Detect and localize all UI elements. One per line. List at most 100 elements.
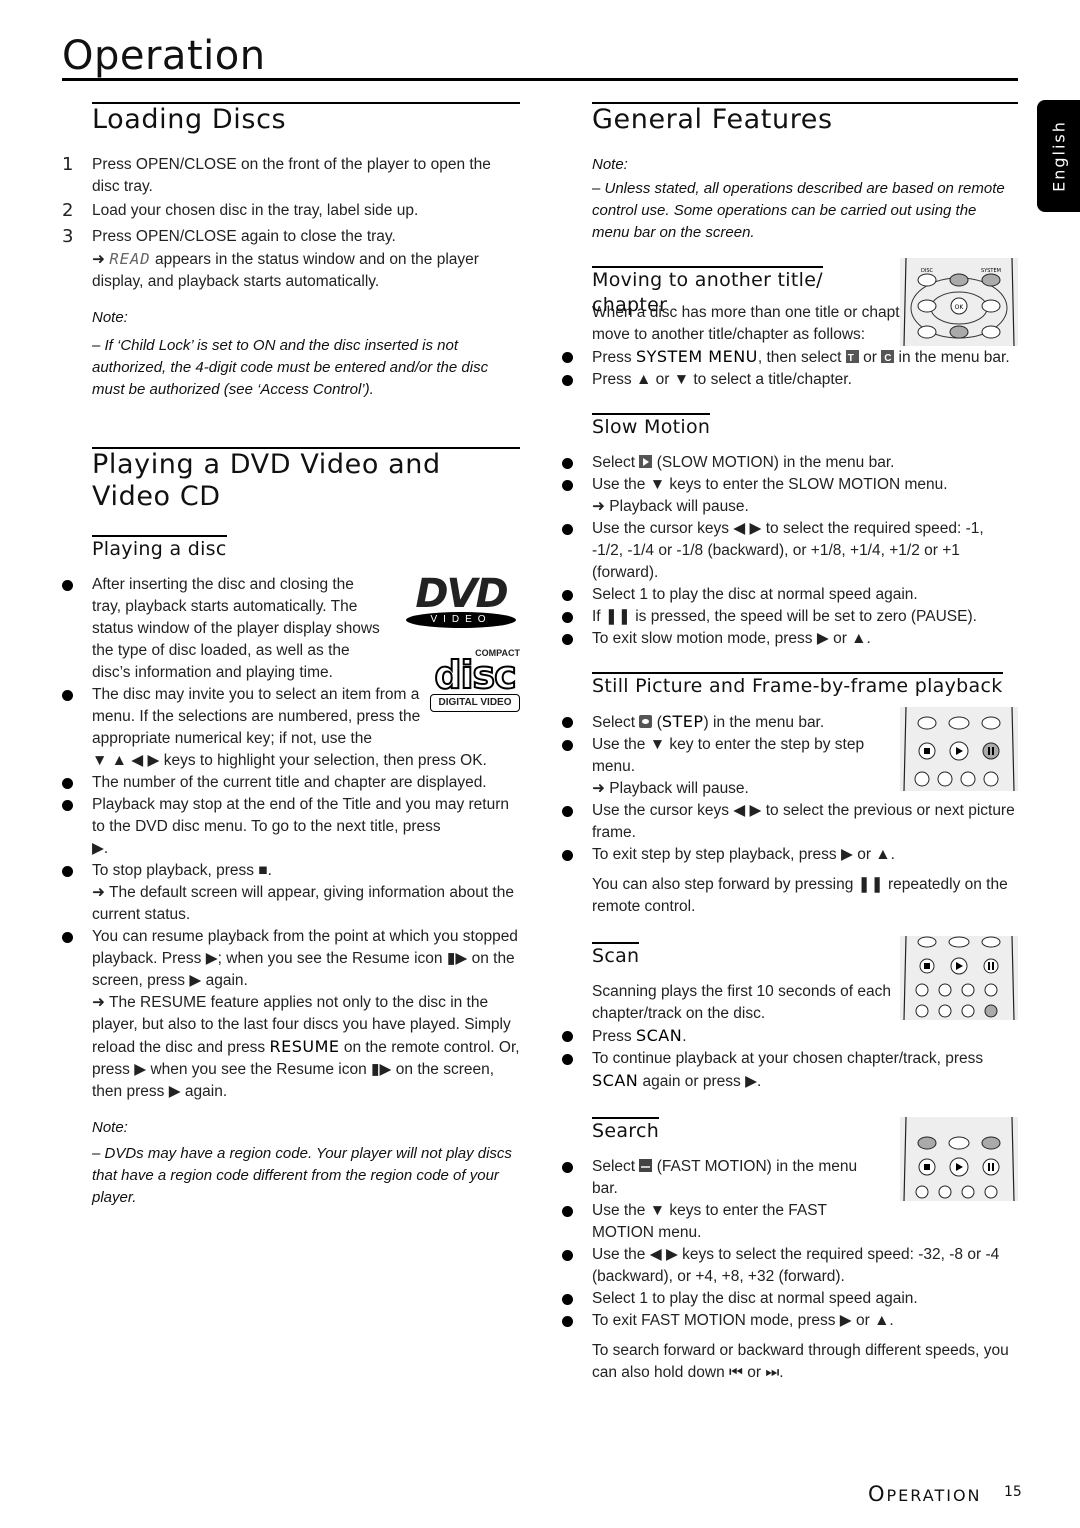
- list-result: ➜ Playback will pause.: [592, 498, 749, 515]
- list-item: To exit slow motion mode, press ▶ or ▲.: [562, 628, 1018, 650]
- search-bullets: Select (FAST MOTION) in the menu bar. Us…: [562, 1156, 1018, 1384]
- fast-motion-icon: [639, 1159, 653, 1172]
- list-text: Use the ▼ key to enter the step by step …: [592, 736, 865, 775]
- text-part: when you see the Resume icon: [146, 1061, 372, 1078]
- section-heading: General Features: [592, 102, 1018, 136]
- note-text: – If ‘Child Lock’ is set to ON and the d…: [92, 337, 489, 398]
- list-item: Select (SLOW MOTION) in the menu bar.: [562, 452, 1018, 474]
- result-text: appears in the status window and on the …: [92, 251, 479, 290]
- bullet-icon: [562, 806, 573, 817]
- list-result: ➜ The RESUME feature applies not only to…: [92, 992, 520, 1103]
- step-number: 2: [62, 200, 74, 221]
- sub-heading-line: chapter: [592, 294, 668, 316]
- text-part: Press: [592, 349, 636, 366]
- resume-icon: ▮▶: [371, 1061, 392, 1078]
- bullet-icon: [562, 1031, 573, 1042]
- sub-heading: Moving to another title/ chapter: [592, 266, 823, 318]
- text-part: again or press ▶.: [638, 1073, 762, 1090]
- text-part: ; when you see the Resume icon: [217, 950, 447, 967]
- list-text: Select 1 to play the disc at normal spee…: [592, 586, 918, 603]
- bullet-icon: [562, 1054, 573, 1065]
- step-item: 2 Load your chosen disc in the tray, lab…: [62, 200, 520, 222]
- bullet-icon: [62, 580, 73, 591]
- bullet-icon: [62, 800, 73, 811]
- list-item: Use the cursor keys ◀ ▶ to select the pr…: [562, 800, 1018, 844]
- list-item: Press ▲ or ▼ to select a title/chapter.: [562, 369, 1018, 391]
- lcd-read-text: READ: [109, 250, 151, 268]
- note-label: Note:: [92, 1119, 128, 1136]
- resume-icon: ▮▶: [446, 950, 468, 967]
- title-menu-icon: [845, 348, 859, 370]
- sub-heading: Search: [592, 1117, 660, 1144]
- scan-bullets: Press SCAN. To continue playback at your…: [562, 1025, 1018, 1093]
- text-part: Press: [592, 371, 636, 388]
- remote-nav-drawing: DISC SYSTEM OK: [903, 257, 1015, 347]
- step-key-label: STEP: [661, 712, 704, 731]
- text-part: Select: [592, 1158, 640, 1175]
- list-text: The number of the current title and chap…: [92, 774, 487, 791]
- text-part: .: [103, 840, 109, 857]
- list-item: To exit FAST MOTION mode, press ▶ or ▲.: [562, 1310, 1018, 1332]
- playing-bullets: DVD VIDEO COMPACT disc DIGITAL VIDEO Aft…: [62, 574, 520, 1103]
- bullet-icon: [562, 480, 573, 491]
- list-item: If ❚❚ is pressed, the speed will be set …: [562, 606, 1018, 628]
- text-part: (: [652, 714, 662, 731]
- text-part: .: [267, 862, 272, 879]
- bullet-icon: [562, 1316, 573, 1327]
- bullet-icon: [562, 634, 573, 645]
- bullet-icon: [62, 932, 73, 943]
- list-text: Press SCAN.: [592, 1025, 1018, 1048]
- step-text: Load your chosen disc in the tray, label…: [92, 202, 419, 219]
- play-icon: ▶: [189, 972, 202, 989]
- list-item: To stop playback, press ■. ➜ The default…: [62, 860, 520, 926]
- list-text: To exit FAST MOTION mode, press ▶ or ▲.: [592, 1312, 894, 1329]
- section-moving: Moving to another title/ chapter DISC SY…: [592, 257, 1018, 347]
- step-result: ➜ READ appears in the status window and …: [92, 248, 520, 293]
- section-heading: Loading Discs: [92, 102, 520, 136]
- list-text: Press SYSTEM MENU, then select or in the…: [592, 346, 1018, 370]
- play-icon: ▶: [134, 1061, 147, 1078]
- play-icon: ▶: [92, 840, 104, 857]
- text-part: Select: [592, 454, 640, 471]
- list-item: The number of the current title and chap…: [62, 772, 520, 794]
- list-text: To exit slow motion mode, press ▶ or ▲.: [592, 630, 871, 647]
- list-text: After inserting the disc and closing the…: [92, 576, 380, 681]
- note-label: Note:: [92, 309, 128, 326]
- extra-text: You can also step forward by pressing ❚❚…: [592, 876, 1008, 915]
- list-text: Use the ▼ keys to enter the SLOW MOTION …: [592, 476, 948, 493]
- list-text: Use the ▼ keys to enter the FAST MOTION …: [592, 1202, 827, 1241]
- arrow-icon: ➜: [92, 251, 105, 268]
- bullet-icon: [562, 850, 573, 861]
- list-text: Select (SLOW MOTION) in the menu bar.: [592, 452, 1018, 474]
- slow-bullets: Select (SLOW MOTION) in the menu bar. Us…: [562, 452, 1018, 650]
- text-part: again.: [180, 1083, 228, 1100]
- bullet-icon: [562, 740, 573, 751]
- still-bullets: Select (STEP) in the menu bar. Use the ▼…: [562, 706, 1018, 918]
- playing-note: Note: – DVDs may have a region code. You…: [92, 1117, 520, 1209]
- remote-scan-image: [900, 935, 1018, 1021]
- bullet-icon: [562, 612, 573, 623]
- text-part: , then select: [757, 349, 846, 366]
- text-part: (SLOW MOTION) in the menu bar.: [652, 454, 895, 471]
- list-text: Select 1 to play the disc at normal spee…: [592, 1290, 918, 1307]
- list-item: Select 1 to play the disc at normal spee…: [562, 584, 1018, 606]
- language-tab-label: English: [1049, 120, 1068, 192]
- bullet-icon: [562, 1162, 573, 1173]
- left-column: Loading Discs 1 Press OPEN/CLOSE on the …: [62, 102, 520, 1209]
- text-part: in the menu bar.: [894, 349, 1010, 366]
- list-text: Use the cursor keys ◀ ▶ to select the pr…: [592, 802, 1015, 841]
- list-item: Press SCAN.: [562, 1025, 1018, 1048]
- list-text: Use the ◀ ▶ keys to select the required …: [592, 1246, 1000, 1285]
- bullet-icon: [562, 1294, 573, 1305]
- sub-heading: Slow Motion: [592, 413, 711, 440]
- resume-key-label: RESUME: [269, 1037, 340, 1056]
- loading-steps: 1 Press OPEN/CLOSE on the front of the p…: [62, 154, 520, 293]
- system-menu-key-label: SYSTEM MENU: [635, 347, 758, 366]
- title-rule: [62, 78, 1018, 81]
- list-text: The disc may invite you to select an ite…: [92, 686, 421, 747]
- step-item: 3 Press OPEN/CLOSE again to close the tr…: [62, 226, 520, 293]
- step-text: Press OPEN/CLOSE again to close the tray…: [92, 228, 396, 245]
- sub-heading: Playing a disc: [92, 535, 227, 562]
- svg-text:DISC: DISC: [921, 268, 933, 274]
- chapter-menu-icon: [881, 348, 895, 370]
